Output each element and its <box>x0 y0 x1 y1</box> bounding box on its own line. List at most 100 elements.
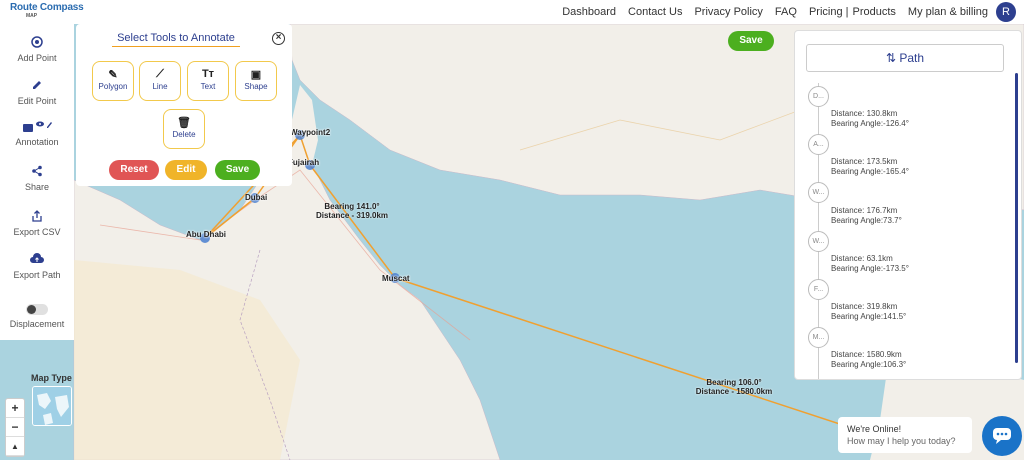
edit-button[interactable]: Edit <box>165 160 207 180</box>
segment-distance: Distance: 130.8km <box>831 109 898 118</box>
reset-bearing-button[interactable]: ▲ <box>6 437 24 456</box>
save-annotation-button[interactable]: Save <box>215 160 260 180</box>
sidebar-annotation[interactable]: Annotation <box>0 120 74 147</box>
chat-launcher-button[interactable] <box>982 416 1022 456</box>
segment-bearing: Bearing Angle:-165.4° <box>831 167 909 176</box>
path-title: Path <box>899 51 925 65</box>
map-type-thumbnail[interactable] <box>32 386 72 426</box>
tool-line[interactable]: ⟋ Line <box>139 61 181 101</box>
user-avatar[interactable]: R <box>996 2 1016 22</box>
bearing-label-2: Bearing 106.0° Distance - 1580.0km <box>692 378 776 396</box>
pencil-icon <box>0 79 74 93</box>
land-island <box>310 62 370 78</box>
sort-icon: ⇅ <box>885 51 900 65</box>
target-icon <box>0 36 74 50</box>
chat-bubble[interactable]: We're Online! How may I help you today? <box>838 417 972 453</box>
segment-bearing: Bearing Angle:73.7° <box>831 216 902 225</box>
nav-products[interactable]: Products <box>852 6 895 18</box>
line-icon: ⟋ <box>156 68 164 80</box>
nav-contact-us[interactable]: Contact Us <box>628 6 682 18</box>
path-node[interactable]: F... <box>808 279 829 300</box>
export-csv-icon <box>0 210 74 224</box>
segment-distance: Distance: 319.8km <box>831 302 898 311</box>
toggle-icon[interactable] <box>26 304 48 315</box>
path-segment: Distance: 173.5km Bearing Angle:-165.4° <box>831 157 909 177</box>
segment-bearing: Bearing Angle:-173.5° <box>831 264 909 273</box>
tool-delete[interactable]: 🗑 Delete <box>163 109 205 149</box>
map-label-dubai: Dubai <box>245 193 268 202</box>
nav-faq[interactable]: FAQ <box>775 6 797 18</box>
segment-bearing: Bearing Angle:106.3° <box>831 360 907 369</box>
segment-distance: Distance: 1580.9km <box>831 350 902 359</box>
path-node[interactable]: D... <box>808 86 829 107</box>
sidebar-export-path[interactable]: Export Path <box>0 253 74 280</box>
globe-map-icon <box>33 387 71 425</box>
nav-privacy-policy[interactable]: Privacy Policy <box>694 6 762 18</box>
annotation-tools-panel: Select Tools to Annotate × ✎ Polygon ⟋ L… <box>76 24 292 186</box>
sidebar-edit-point[interactable]: Edit Point <box>0 79 74 106</box>
annotation-icon <box>0 120 74 134</box>
sidebar-add-point[interactable]: Add Point <box>0 36 74 63</box>
nav-my-plan-billing[interactable]: My plan & billing <box>908 6 988 18</box>
sidebar-share[interactable]: Share <box>0 165 74 192</box>
tool-label: Line <box>152 82 168 91</box>
tool-label: Polygon <box>98 82 128 91</box>
zoom-controls: + − ▲ <box>5 398 25 457</box>
segment-distance: Distance: 173.5km <box>831 157 898 166</box>
save-path-button[interactable]: Save <box>728 31 774 51</box>
segment-distance: Distance: 63.1km <box>831 254 893 263</box>
distance-value: Distance - 1580.0km <box>695 387 773 396</box>
sidebar-displacement[interactable]: Displacement <box>0 304 74 329</box>
tool-label: Shape <box>244 82 268 91</box>
sidebar-label: Share <box>24 182 50 192</box>
tool-text[interactable]: Tт Text <box>187 61 229 101</box>
cloud-upload-icon <box>0 253 74 267</box>
map-label-waypoint2: Waypoint2 <box>290 128 331 137</box>
path-segment: Distance: 176.7km Bearing Angle:73.7° <box>831 206 902 226</box>
close-icon[interactable]: × <box>272 32 285 45</box>
bearing-value: Bearing 141.0° <box>324 202 380 211</box>
segment-bearing: Bearing Angle:-126.4° <box>831 119 909 128</box>
bearing-value: Bearing 106.0° <box>706 378 762 387</box>
chat-icon <box>993 428 1011 444</box>
nav-pricing[interactable]: Pricing | <box>809 6 849 18</box>
main-nav: Dashboard Contact Us Privacy Policy FAQ … <box>562 2 1016 22</box>
tools-panel-title: Select Tools to Annotate <box>112 32 240 47</box>
path-segment: Distance: 1580.9km Bearing Angle:106.3° <box>831 350 906 370</box>
tool-shape[interactable]: ▣ Shape <box>235 61 277 101</box>
map-label-abu-dhabi: Abu Dhabi <box>186 230 226 239</box>
zoom-in-button[interactable]: + <box>6 399 24 418</box>
distance-value: Distance - 319.0km <box>315 211 389 220</box>
bearing-label-1: Bearing 141.0° Distance - 319.0km <box>312 202 392 220</box>
app-root: Waypoint2 Fujairah Dubai Abu Dhabi Musca… <box>0 0 1024 460</box>
nav-dashboard[interactable]: Dashboard <box>562 6 616 18</box>
sidebar-label: Displacement <box>9 319 65 329</box>
segment-distance: Distance: 176.7km <box>831 206 898 215</box>
map-label-fujairah: Fujairah <box>288 158 320 167</box>
top-navbar: Route Compass MAP Dashboard Contact Us P… <box>0 0 1024 24</box>
reset-button[interactable]: Reset <box>109 160 159 180</box>
segment-bearing: Bearing Angle:141.5° <box>831 312 907 321</box>
brand-logo[interactable]: Route Compass MAP <box>10 3 84 21</box>
tool-polygon[interactable]: ✎ Polygon <box>92 61 134 101</box>
sidebar-export-csv[interactable]: Export CSV <box>0 210 74 237</box>
path-scrollbar[interactable] <box>1015 73 1018 363</box>
tool-label: Text <box>200 82 216 91</box>
zoom-out-button[interactable]: − <box>6 418 24 437</box>
polygon-icon: ✎ <box>108 69 118 81</box>
brand-sub: MAP <box>26 13 38 19</box>
path-segment: Distance: 130.8km Bearing Angle:-126.4° <box>831 109 909 129</box>
path-node[interactable]: W... <box>808 231 829 252</box>
path-header[interactable]: ⇅ Path <box>806 44 1004 72</box>
chat-online-text: We're Online! <box>847 424 902 434</box>
sidebar-label: Export Path <box>13 270 61 280</box>
path-node[interactable]: M... <box>808 327 829 348</box>
path-node[interactable]: A... <box>808 134 829 155</box>
map-type-label: Map Type <box>31 373 72 383</box>
text-icon: Tт <box>201 68 215 80</box>
sidebar-label: Annotation <box>15 137 59 147</box>
share-icon <box>0 165 74 179</box>
shape-icon: ▣ <box>250 69 262 81</box>
chat-help-text: How may I help you today? <box>847 436 956 446</box>
path-node[interactable]: W... <box>808 182 829 203</box>
